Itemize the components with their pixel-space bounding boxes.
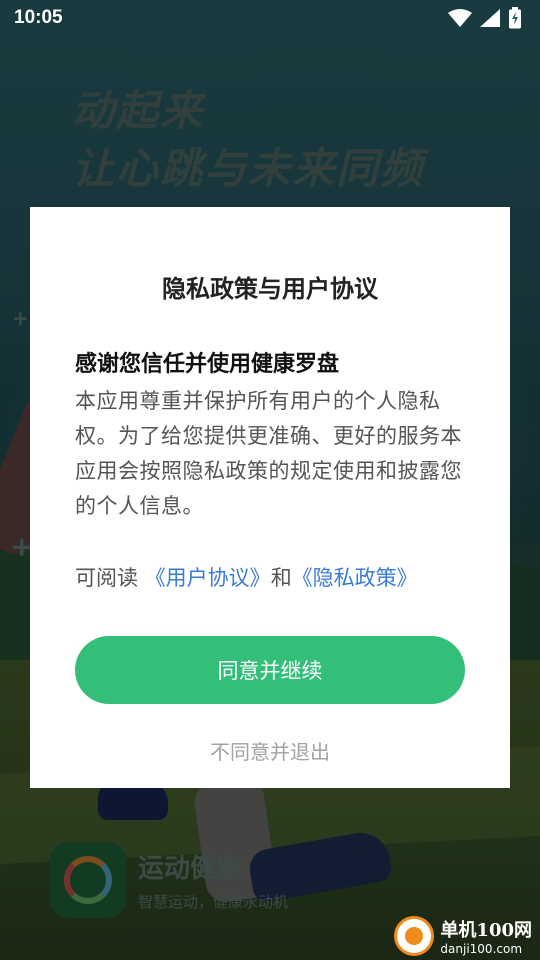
site-watermark: 单机100网 danji100.com (394, 916, 532, 956)
and-text: 和 (270, 566, 292, 590)
privacy-policy-link[interactable]: 《隐私政策》 (292, 566, 418, 590)
read-prefix: 可阅读 (75, 566, 145, 590)
watermark-url: danji100.com (440, 942, 523, 956)
battery-charging-icon (508, 7, 522, 29)
user-agreement-link[interactable]: 《用户协议》 (145, 566, 271, 590)
watermark-logo-icon (394, 916, 435, 956)
wifi-icon (448, 9, 472, 27)
disagree-exit-button[interactable]: 不同意并退出 (75, 736, 465, 765)
signal-icon (480, 9, 500, 27)
status-bar: 10:05 (0, 0, 540, 36)
agree-continue-button[interactable]: 同意并继续 (75, 636, 465, 704)
dialog-body-text: 本应用尊重并保护所有用户的个人隐私权。为了给您提供更准确、更好的服务本应用会按照… (75, 389, 462, 518)
read-agreements-line: 可阅读 《用户协议》和《隐私政策》 (75, 562, 465, 592)
privacy-dialog: 隐私政策与用户协议 感谢您信任并使用健康罗盘 本应用尊重并保护所有用户的个人隐私… (30, 207, 510, 788)
dialog-title: 隐私政策与用户协议 (162, 275, 378, 303)
status-time: 10:05 (14, 7, 63, 28)
dialog-heading: 感谢您信任并使用健康罗盘 (75, 352, 340, 377)
watermark-text: 单机100网 (440, 920, 532, 941)
